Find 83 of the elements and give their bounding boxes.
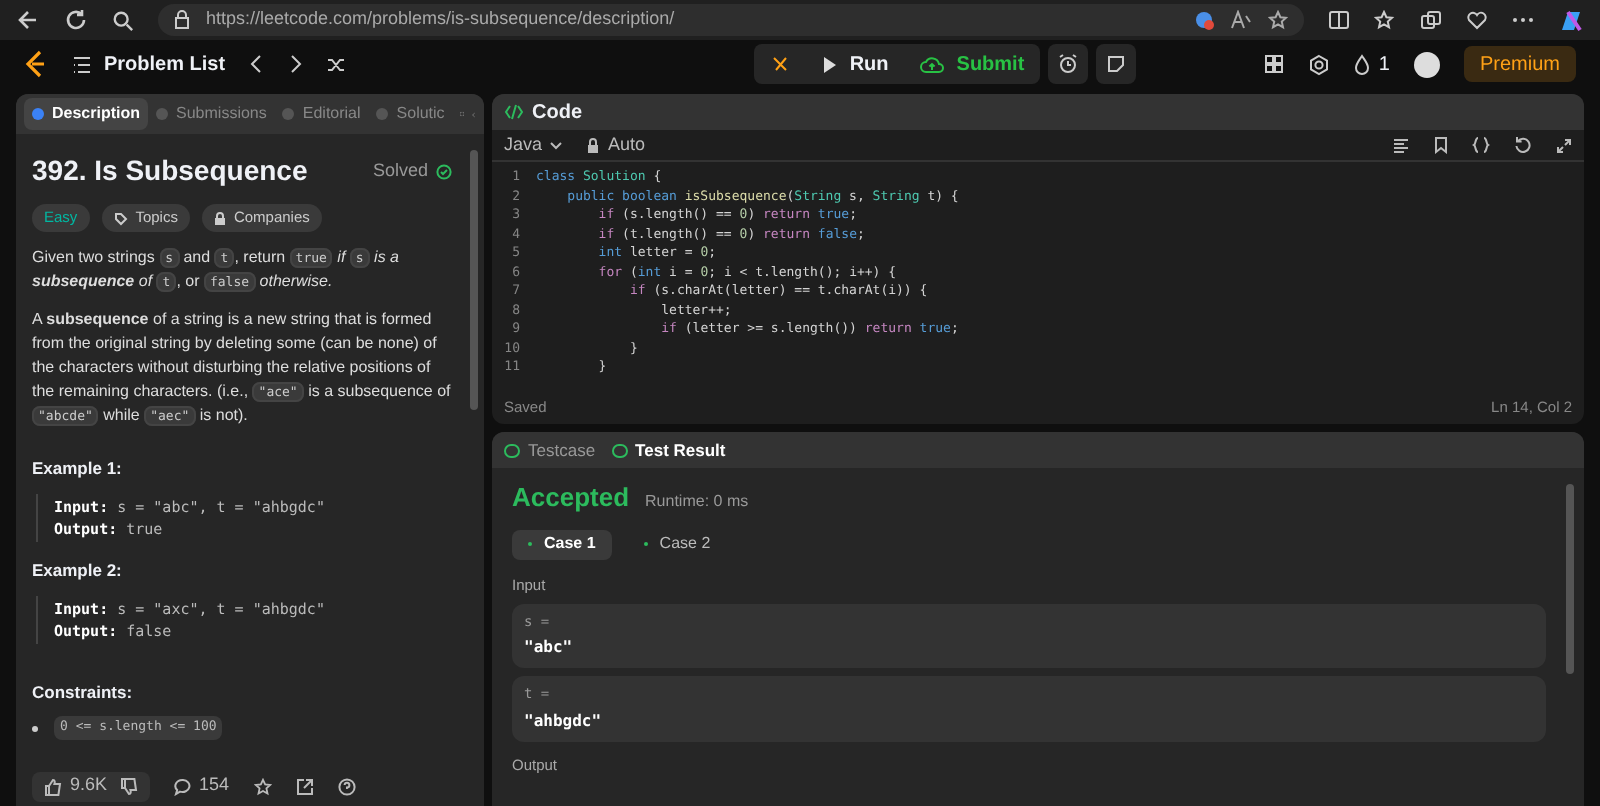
more-icon[interactable] bbox=[1512, 16, 1534, 24]
address-bar[interactable]: https://leetcode.com/problems/is-subsequence/description/ bbox=[158, 4, 1304, 36]
bullet-icon bbox=[32, 725, 38, 732]
tab[interactable]: Solutic bbox=[368, 98, 453, 130]
tab-icon bbox=[32, 108, 44, 120]
copilot-icon[interactable] bbox=[1558, 7, 1584, 33]
collections-icon[interactable] bbox=[1420, 10, 1442, 30]
share-icon[interactable] bbox=[295, 777, 314, 795]
star-icon[interactable] bbox=[1268, 10, 1288, 30]
like-button[interactable]: 9.6K bbox=[44, 772, 108, 800]
submit-button[interactable]: Submit bbox=[904, 44, 1041, 84]
help-icon[interactable] bbox=[337, 777, 356, 795]
extension-icon[interactable] bbox=[1194, 10, 1214, 30]
fire-icon[interactable] bbox=[1354, 53, 1371, 75]
premium-button[interactable]: Premium bbox=[1463, 46, 1576, 82]
shuffle-icon[interactable] bbox=[325, 55, 346, 73]
language-dropdown[interactable]: Java bbox=[504, 131, 563, 159]
comments-button[interactable]: 154 bbox=[173, 772, 230, 800]
lock-icon bbox=[586, 137, 601, 153]
avatar[interactable] bbox=[1413, 51, 1440, 77]
code-icon bbox=[504, 104, 524, 120]
thumbs-up-icon bbox=[44, 777, 62, 795]
solved-status: Solved bbox=[372, 157, 428, 184]
comment-icon bbox=[173, 777, 192, 795]
variable-value: "abc" bbox=[524, 636, 575, 661]
url-text: https://leetcode.com/problems/is-subsequence/description/ bbox=[206, 6, 677, 33]
lock-icon bbox=[213, 211, 226, 225]
variable-value: "ahbgdc" bbox=[524, 709, 604, 734]
check-circle-icon bbox=[436, 163, 452, 179]
note-icon bbox=[1106, 54, 1127, 74]
settings-icon[interactable] bbox=[1308, 53, 1331, 75]
tab[interactable]: Submissions bbox=[148, 98, 275, 130]
star-icon[interactable] bbox=[253, 777, 272, 795]
lock-icon bbox=[174, 10, 190, 30]
tag-icon bbox=[113, 211, 128, 225]
debug-icon[interactable] bbox=[769, 54, 790, 74]
thumbs-down-icon bbox=[119, 777, 138, 795]
favorites-icon[interactable] bbox=[1374, 10, 1396, 30]
tab[interactable]: Editorial bbox=[274, 98, 369, 130]
tab[interactable]: Description bbox=[24, 98, 149, 130]
list-icon bbox=[72, 55, 92, 73]
fullscreen-icon[interactable] bbox=[1556, 137, 1572, 153]
case-tab[interactable]: Case 1 bbox=[512, 529, 612, 559]
format-icon[interactable] bbox=[1392, 137, 1410, 153]
problem-title: 392. Is Subsequence bbox=[32, 152, 308, 190]
run-button[interactable]: Run bbox=[805, 44, 905, 84]
panel-title: Code bbox=[532, 99, 582, 127]
chevron-down-icon bbox=[550, 141, 563, 149]
read-aloud-icon[interactable] bbox=[1230, 10, 1252, 30]
reset-icon[interactable] bbox=[1514, 136, 1532, 154]
verdict-text: Accepted bbox=[512, 480, 630, 516]
tab-icon bbox=[282, 108, 295, 120]
play-icon bbox=[821, 55, 838, 73]
tab-icon bbox=[611, 443, 628, 457]
example-heading: Example 1: bbox=[32, 456, 124, 482]
problem-list-button[interactable]: Problem List bbox=[72, 49, 226, 79]
streak-count: 1 bbox=[1378, 51, 1390, 79]
search-icon[interactable] bbox=[112, 9, 134, 31]
dislike-button[interactable] bbox=[119, 777, 138, 795]
tab-icon bbox=[376, 108, 389, 120]
bookmark-icon[interactable] bbox=[1434, 136, 1448, 154]
back-icon[interactable] bbox=[16, 8, 40, 32]
tab-icon bbox=[156, 108, 169, 120]
constraints-heading: Constraints: bbox=[32, 679, 135, 705]
upload-cloud-icon bbox=[920, 55, 945, 73]
timer-button[interactable] bbox=[1048, 44, 1089, 84]
logo-icon[interactable] bbox=[24, 50, 48, 78]
braces-icon[interactable] bbox=[1472, 136, 1490, 154]
refresh-icon[interactable] bbox=[64, 8, 88, 32]
alarm-icon bbox=[1058, 54, 1079, 74]
split-screen-icon[interactable] bbox=[1328, 10, 1350, 30]
case-tab[interactable]: Case 2 bbox=[627, 529, 727, 559]
notes-button[interactable] bbox=[1096, 44, 1137, 84]
tab[interactable]: Test Result bbox=[611, 437, 726, 463]
runtime-text: Runtime: 0 ms bbox=[645, 490, 749, 514]
previous-icon[interactable] bbox=[249, 54, 264, 74]
tab[interactable]: Testcase bbox=[504, 437, 596, 463]
example-heading: Example 2: bbox=[32, 557, 124, 583]
layout-icon[interactable] bbox=[1264, 54, 1285, 74]
next-icon[interactable] bbox=[287, 54, 302, 74]
heart-icon[interactable] bbox=[1466, 10, 1488, 30]
tab-icon bbox=[504, 443, 520, 457]
auto-mode-button[interactable]: Auto bbox=[586, 131, 646, 159]
